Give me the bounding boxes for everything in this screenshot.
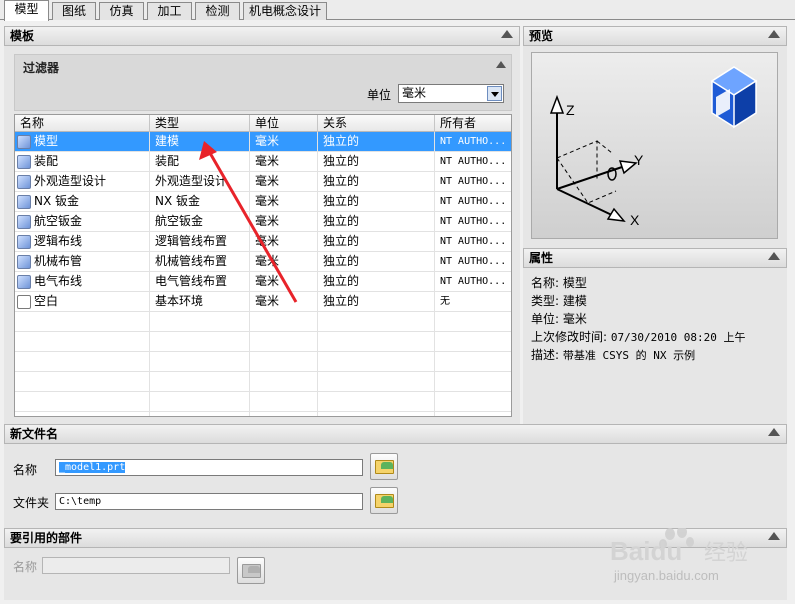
templates-title: 模板 <box>10 29 35 43</box>
folder-label: 文件夹 <box>13 496 50 510</box>
x-axis-label: X <box>630 212 640 228</box>
file-name-label: 名称 <box>13 463 38 477</box>
referenced-name-label: 名称 <box>13 560 38 574</box>
tab-simulation[interactable]: 仿真 <box>99 2 144 20</box>
modeling-block-icon <box>710 66 758 129</box>
dropdown-arrow-icon[interactable] <box>487 86 502 101</box>
browse-referenced-button <box>237 557 265 584</box>
annotation-arrow-shaft <box>208 152 298 303</box>
unit-select-value: 毫米 <box>402 86 427 100</box>
browse-name-button[interactable] <box>370 453 398 480</box>
z-axis-label: Z <box>566 102 575 118</box>
preview-title: 预览 <box>529 29 554 43</box>
property-type: 类型: 建模 <box>531 294 587 308</box>
preview-header[interactable]: 预览 <box>523 26 787 46</box>
property-name: 名称: 模型 <box>531 276 587 290</box>
properties-list: 名称: 模型 类型: 建模 单位: 毫米 上次修改时间: 07/30/2010 … <box>531 274 786 364</box>
collapse-caret-icon[interactable] <box>768 30 780 38</box>
datum-csys-illustration: Z Y X <box>549 66 758 228</box>
collapse-caret-icon[interactable] <box>496 61 506 68</box>
template-table: 名称 类型 单位 关系 所有者 模型 建模 毫米 独立的 NT AUTHO... 装配 装配… <box>14 114 512 417</box>
svg-text:经验: 经验 <box>704 541 748 566</box>
referenced-name-input <box>42 557 230 574</box>
filter-box: 过滤器 单位 毫米 <box>14 54 512 111</box>
y-axis-label: Y <box>634 152 644 168</box>
referenced-parts-title: 要引用的部件 <box>10 531 83 545</box>
property-unit: 单位: 毫米 <box>531 312 587 326</box>
browse-folder-button[interactable] <box>370 487 398 514</box>
properties-title: 属性 <box>529 251 554 265</box>
unit-label: 单位 <box>367 88 392 102</box>
svg-text:jingyan.baidu.com: jingyan.baidu.com <box>613 568 719 583</box>
annotation-layer <box>199 141 298 303</box>
preview-image: Z Y X <box>531 52 778 239</box>
annotation-arrow-head <box>199 141 217 160</box>
collapse-caret-icon[interactable] <box>768 252 780 260</box>
tab-inspection[interactable]: 检测 <box>195 2 240 20</box>
properties-header[interactable]: 属性 <box>523 248 787 268</box>
svg-text:Baidu: Baidu <box>610 536 682 566</box>
file-name-input[interactable]: _model1.prt <box>55 459 363 476</box>
unit-select[interactable]: 毫米 <box>398 84 504 103</box>
new-file-title: 新文件名 <box>10 427 59 441</box>
collapse-caret-icon[interactable] <box>768 428 780 436</box>
filter-title: 过滤器 <box>23 61 60 75</box>
folder-input[interactable]: C:\temp <box>55 493 363 510</box>
open-folder-icon <box>242 564 261 578</box>
open-folder-icon <box>375 460 394 474</box>
tab-drawing[interactable]: 图纸 <box>52 2 96 20</box>
templates-header[interactable]: 模板 <box>4 26 520 46</box>
tab-bar: 模型 图纸 仿真 加工 检测 机电概念设计 <box>0 0 795 21</box>
property-modified: 上次修改时间: 07/30/2010 08:20 上午 <box>531 330 746 344</box>
baidu-paw-logo: Baidu 经验 jingyan.baidu.com <box>610 526 748 583</box>
new-file-header[interactable]: 新文件名 <box>4 424 787 444</box>
baidu-watermark: Baidu 经验 jingyan.baidu.com <box>608 526 778 598</box>
open-folder-icon <box>375 494 394 508</box>
folder-value: C:\temp <box>59 496 102 507</box>
property-description: 描述: 带基准 CSYS 的 NX 示例 <box>531 348 696 362</box>
file-name-value: _model1.prt <box>59 462 126 473</box>
tab-manufacturing[interactable]: 加工 <box>147 2 192 20</box>
tab-mechatronics[interactable]: 机电概念设计 <box>243 2 327 20</box>
tab-model[interactable]: 模型 <box>4 0 49 21</box>
collapse-caret-icon[interactable] <box>501 30 513 38</box>
